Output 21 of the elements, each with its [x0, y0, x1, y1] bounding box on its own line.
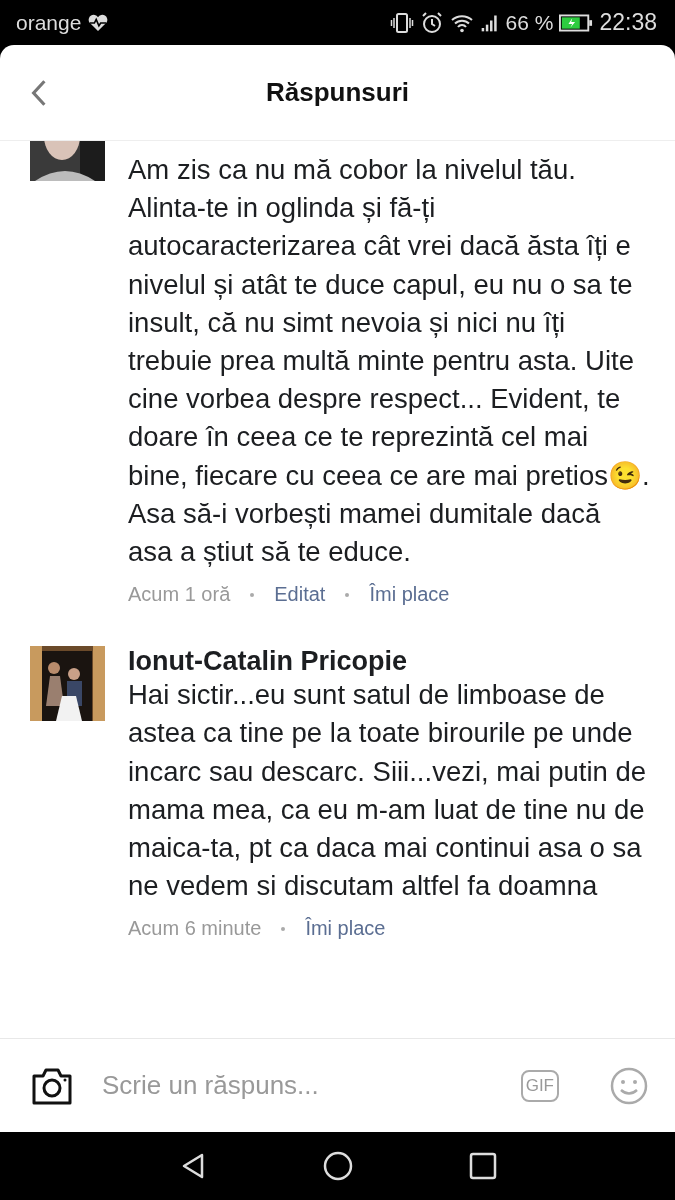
battery-icon — [559, 12, 594, 33]
comment-action[interactable]: Îmi place — [369, 583, 450, 607]
battery-percent: 66 % — [505, 10, 554, 35]
gif-button[interactable]: GIF — [520, 1069, 559, 1102]
separator-dot — [250, 592, 255, 597]
heart-icon — [87, 13, 110, 32]
home-nav-icon[interactable] — [322, 1151, 353, 1181]
comment-text: Hai sictir...eu sunt satul de limboase de astea ca tine pe la toate birourile pe unde incarc sau descarc. Siii...vezi, mai putin de mama mea, ca eu m-am luat de tine nu de maica-ta, pt ca daca mai continui asa o sa ne vedem si discutam altfel fa doamna — [128, 678, 648, 904]
recents-nav-icon[interactable] — [467, 1151, 498, 1181]
comment-text: Am zis ca nu mă cobor la nivelul tău. Alinta-te in oglinda și fă-ți autocaracterizarea cât vrei dacă ăsta îți e nivelul și atât te duce capul, eu nu o sa te insult, că nu simt nevoia și nici nu îți trebuie prea multă minte pentru asta. Uite cine vorbea despre respect... Evident, te doare în ceea ce te reprezintă cel mai bine, fiecare cu ceea ce are mai pretios😉. Asa să-i vorbești mamei dumitale dacă asa a știut să te educe. — [128, 153, 650, 570]
comment-action[interactable]: Editat — [274, 583, 326, 607]
page-title: Răspunsuri — [266, 77, 409, 108]
carrier-name: orange — [16, 10, 82, 35]
vibrate-icon — [389, 10, 414, 35]
clock-time: 22:38 — [599, 9, 657, 36]
author-name[interactable]: Ionut-Catalin Pricopie — [128, 646, 655, 677]
separator-dot — [281, 926, 286, 931]
comment-action[interactable]: Îmi place — [305, 917, 386, 941]
comment-time: Acum 1 oră — [128, 583, 231, 607]
comment-time: Acum 6 minute — [128, 917, 262, 941]
separator-dot — [345, 592, 350, 597]
